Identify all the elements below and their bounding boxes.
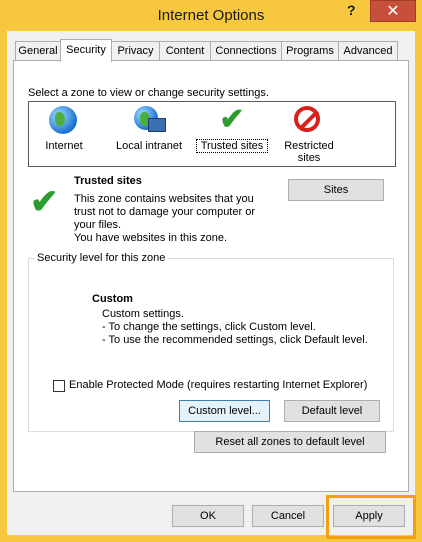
tab-privacy[interactable]: Privacy bbox=[111, 41, 160, 60]
trusted-sites-checkmark-icon: ✔ bbox=[30, 183, 59, 221]
title-bar[interactable]: Internet Options ? ✕ bbox=[0, 0, 422, 32]
tab-general[interactable]: General bbox=[15, 41, 61, 60]
zone-restricted-sites[interactable]: Restricted sites bbox=[274, 106, 344, 164]
zone-description-line: This zone contains websites that you bbox=[74, 193, 254, 205]
tab-security[interactable]: Security bbox=[60, 39, 112, 62]
zone-label-line2: sites bbox=[297, 152, 321, 164]
protected-mode-label[interactable]: Enable Protected Mode (requires restarti… bbox=[69, 379, 367, 391]
custom-level-button[interactable]: Custom level... bbox=[179, 400, 270, 422]
zone-label: Local intranet bbox=[115, 140, 183, 152]
zone-internet[interactable]: Internet bbox=[29, 106, 99, 152]
reset-all-zones-button[interactable]: Reset all zones to default level bbox=[194, 431, 386, 453]
security-level-description: Custom settings. bbox=[102, 308, 184, 320]
security-level-description: - To use the recommended settings, click… bbox=[102, 334, 368, 346]
tab-connections[interactable]: Connections bbox=[210, 41, 282, 60]
help-button[interactable]: ? bbox=[347, 2, 356, 18]
zone-trusted-sites[interactable]: ✔ Trusted sites bbox=[196, 103, 268, 153]
zone-status-line: You have websites in this zone. bbox=[74, 232, 228, 244]
apply-highlight-box bbox=[326, 495, 416, 539]
zone-title: Trusted sites bbox=[74, 175, 142, 187]
restricted-icon bbox=[294, 106, 324, 136]
window-title: Internet Options bbox=[157, 7, 265, 24]
zone-list[interactable]: Internet Local intranet ✔ Trusted sites … bbox=[28, 101, 396, 167]
ok-button[interactable]: OK bbox=[172, 505, 244, 527]
close-button[interactable]: ✕ bbox=[370, 0, 416, 22]
zone-label: Trusted sites bbox=[196, 139, 268, 153]
intranet-icon bbox=[134, 106, 166, 136]
protected-mode-checkbox[interactable] bbox=[53, 380, 65, 392]
tab-advanced[interactable]: Advanced bbox=[338, 41, 398, 60]
tab-programs[interactable]: Programs bbox=[281, 41, 339, 60]
security-tab-panel: Select a zone to view or change security… bbox=[13, 60, 409, 492]
sites-button[interactable]: Sites bbox=[288, 179, 384, 201]
security-level-group-title: Security level for this zone bbox=[34, 252, 169, 264]
zone-description-line: trust not to damage your computer or bbox=[74, 206, 255, 218]
security-level-name: Custom bbox=[92, 293, 133, 305]
tab-content[interactable]: Content bbox=[159, 41, 211, 60]
zone-description-line: your files. bbox=[74, 219, 122, 231]
cancel-button[interactable]: Cancel bbox=[252, 505, 324, 527]
zone-label: Restricted bbox=[284, 140, 334, 152]
globe-icon bbox=[49, 106, 79, 136]
security-level-description: - To change the settings, click Custom l… bbox=[102, 321, 316, 333]
select-zone-instruction: Select a zone to view or change security… bbox=[28, 87, 269, 99]
internet-options-window: Internet Options ? ✕ General Security Pr… bbox=[0, 0, 422, 542]
checkmark-icon: ✔ bbox=[219, 103, 245, 136]
zone-label: Internet bbox=[45, 140, 83, 152]
dialog-client-area: General Security Privacy Content Connect… bbox=[7, 31, 415, 535]
zone-local-intranet[interactable]: Local intranet bbox=[109, 106, 189, 152]
default-level-button[interactable]: Default level bbox=[284, 400, 380, 422]
